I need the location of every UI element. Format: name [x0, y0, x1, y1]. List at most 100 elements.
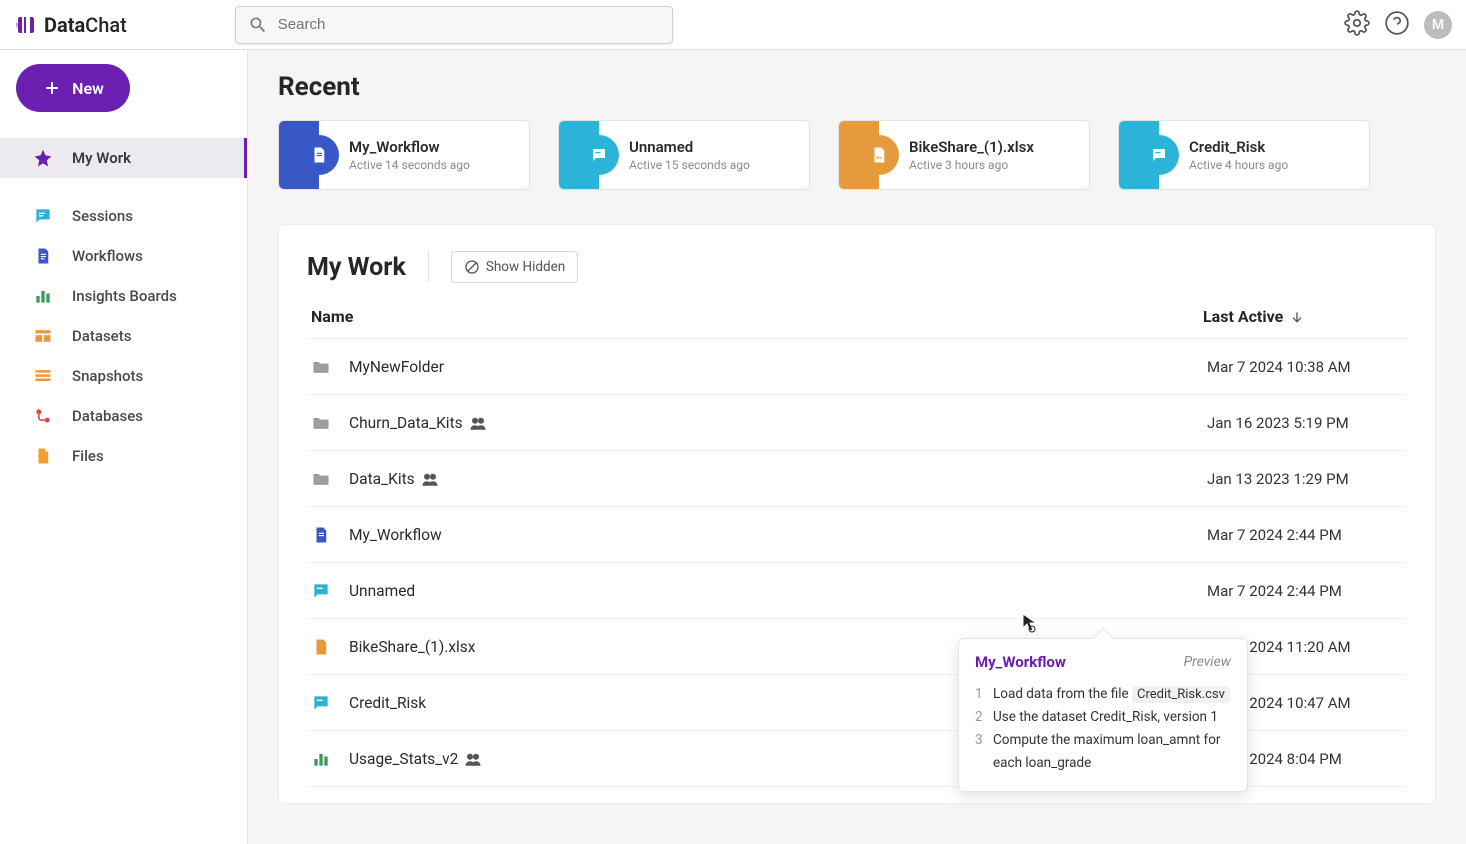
recent-card[interactable]: xls BikeShare_(1).xlsx Active 3 hours ag…	[838, 120, 1090, 190]
table-icon	[32, 325, 54, 347]
row-last-active: Mar 7 2024 2:44 PM	[1207, 526, 1407, 544]
document-icon	[32, 245, 54, 267]
popover-step: 3Compute the maximum loan_amnt for each …	[975, 729, 1231, 775]
row-name: My_Workflow	[349, 526, 442, 544]
chat-icon	[32, 205, 54, 227]
card-title: Unnamed	[629, 138, 750, 156]
logo[interactable]: DataChat	[14, 13, 127, 37]
folder-icon	[311, 413, 331, 433]
sidebar-item-label: My Work	[72, 149, 131, 167]
search-input[interactable]	[235, 6, 673, 44]
shared-icon	[469, 416, 487, 430]
recent-card[interactable]: My_Workflow Active 14 seconds ago	[278, 120, 530, 190]
row-name: BikeShare_(1).xlsx	[349, 638, 476, 656]
chat-icon	[579, 135, 619, 175]
logo-mark-icon	[14, 13, 38, 37]
bar-chart-icon	[32, 285, 54, 307]
xls-file-icon: xls	[859, 135, 899, 175]
preview-popover: My_Workflow Preview 1Load data from the …	[958, 638, 1248, 792]
table-row[interactable]: MyNewFolder Mar 7 2024 10:38 AM	[307, 339, 1407, 395]
recent-card[interactable]: Unnamed Active 15 seconds ago	[558, 120, 810, 190]
sidebar-item-label: Snapshots	[72, 367, 143, 385]
chat-icon	[1139, 135, 1179, 175]
divider	[428, 252, 429, 282]
card-title: BikeShare_(1).xlsx	[909, 138, 1034, 156]
file-icon	[32, 445, 54, 467]
sidebar-item-label: Workflows	[72, 247, 143, 265]
folder-icon	[311, 469, 331, 489]
new-button[interactable]: New	[16, 64, 130, 112]
document-icon	[311, 525, 331, 545]
plus-icon	[42, 78, 62, 98]
row-name: Unnamed	[349, 582, 415, 600]
bar-chart-icon	[311, 749, 331, 769]
panel-title: My Work	[307, 253, 406, 282]
sidebar-item-insights-boards[interactable]: Insights Boards	[0, 276, 247, 316]
sidebar-item-sessions[interactable]: Sessions	[0, 196, 247, 236]
gear-icon	[1344, 10, 1370, 36]
search-icon	[248, 15, 268, 35]
sidebar-item-label: Insights Boards	[72, 287, 177, 305]
document-icon	[299, 135, 339, 175]
recent-card[interactable]: Credit_Risk Active 4 hours ago	[1118, 120, 1370, 190]
card-subtitle: Active 4 hours ago	[1189, 158, 1288, 172]
row-last-active: Jan 16 2023 5:19 PM	[1207, 414, 1407, 432]
card-title: My_Workflow	[349, 138, 470, 156]
arrow-down-icon	[1289, 309, 1305, 325]
help-button[interactable]	[1384, 10, 1410, 40]
sidebar-item-snapshots[interactable]: Snapshots	[0, 356, 247, 396]
sidebar-item-label: Databases	[72, 407, 143, 425]
blocked-icon	[464, 259, 480, 275]
logo-text: DataChat	[44, 13, 127, 37]
sidebar-item-workflows[interactable]: Workflows	[0, 236, 247, 276]
popover-step: 2Use the dataset Credit_Risk, version 1	[975, 706, 1231, 729]
sidebar-item-files[interactable]: Files	[0, 436, 247, 476]
chat-icon	[311, 693, 331, 713]
sidebar-item-label: Datasets	[72, 327, 131, 345]
rows-icon	[32, 365, 54, 387]
shared-icon	[464, 752, 482, 766]
sidebar-item-datasets[interactable]: Datasets	[0, 316, 247, 356]
shared-icon	[421, 472, 439, 486]
sidebar-item-databases[interactable]: Databases	[0, 396, 247, 436]
col-header-last-active[interactable]: Last Active	[1203, 307, 1403, 326]
connection-icon	[32, 405, 54, 427]
row-name: Usage_Stats_v2	[349, 750, 482, 768]
table-row[interactable]: Churn_Data_Kits Jan 16 2023 5:19 PM	[307, 395, 1407, 451]
popover-preview-label: Preview	[1184, 654, 1231, 670]
row-last-active: Jan 13 2023 1:29 PM	[1207, 470, 1407, 488]
row-name: MyNewFolder	[349, 358, 444, 376]
folder-icon	[311, 357, 331, 377]
sidebar: New My Work Sessions Workflows Insights …	[0, 50, 248, 844]
table-row[interactable]: Unnamed Mar 7 2024 2:44 PM	[307, 563, 1407, 619]
help-icon	[1384, 10, 1410, 36]
show-hidden-label: Show Hidden	[486, 259, 565, 275]
svg-text:xls: xls	[876, 155, 882, 161]
popover-title: My_Workflow	[975, 653, 1066, 671]
popover-step: 1Load data from the file Credit_Risk.csv	[975, 683, 1231, 706]
card-subtitle: Active 14 seconds ago	[349, 158, 470, 172]
recent-title: Recent	[278, 72, 1436, 102]
my-work-panel: My Work Show Hidden Name Last Active MyN…	[278, 224, 1436, 804]
avatar[interactable]: M	[1424, 11, 1452, 39]
table-row[interactable]: Data_Kits Jan 13 2023 1:29 PM	[307, 451, 1407, 507]
chat-icon	[311, 581, 331, 601]
star-icon	[32, 147, 54, 169]
row-last-active: Mar 7 2024 10:38 AM	[1207, 358, 1407, 376]
xls-file-icon	[311, 637, 331, 657]
sidebar-item-my-work[interactable]: My Work	[0, 138, 247, 178]
row-name: Churn_Data_Kits	[349, 414, 487, 432]
sidebar-item-label: Sessions	[72, 207, 133, 225]
show-hidden-button[interactable]: Show Hidden	[451, 251, 578, 283]
table-row[interactable]: My_Workflow Mar 7 2024 2:44 PM	[307, 507, 1407, 563]
col-header-name[interactable]: Name	[311, 307, 353, 326]
card-title: Credit_Risk	[1189, 138, 1288, 156]
main: Recent My_Workflow Active 14 seconds ago…	[248, 50, 1466, 844]
row-name: Data_Kits	[349, 470, 439, 488]
row-name: Credit_Risk	[349, 694, 426, 712]
settings-button[interactable]	[1344, 10, 1370, 40]
search-field[interactable]	[278, 16, 660, 33]
card-subtitle: Active 15 seconds ago	[629, 158, 750, 172]
header: DataChat M	[0, 0, 1466, 50]
card-subtitle: Active 3 hours ago	[909, 158, 1034, 172]
